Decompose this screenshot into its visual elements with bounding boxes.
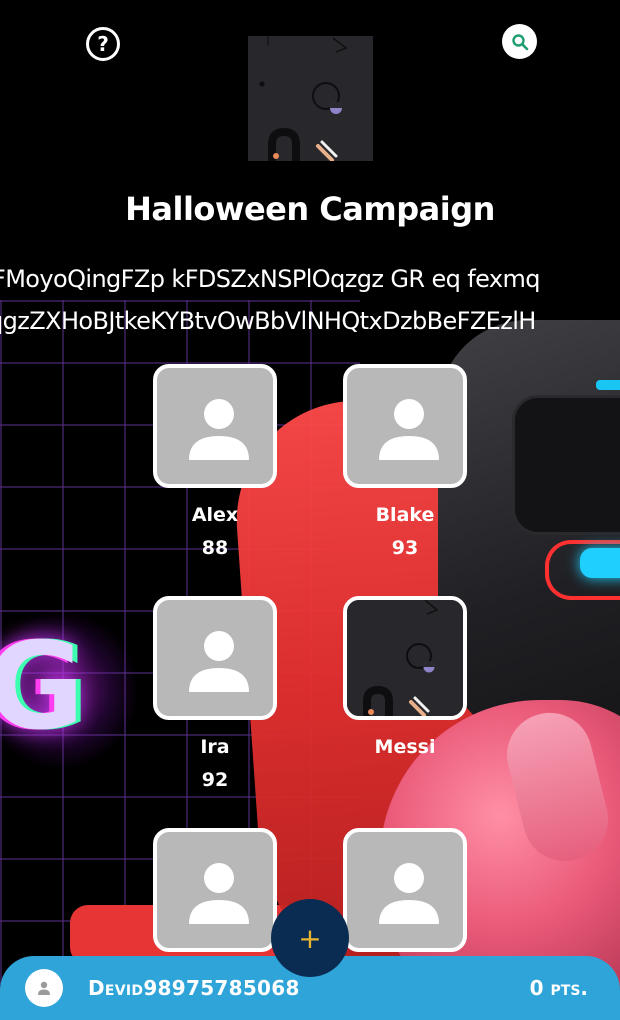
player-avatar-tile[interactable]: [343, 828, 467, 952]
plus-icon: +: [298, 921, 322, 955]
points-total: 0 pts.: [529, 976, 588, 1000]
player-avatar-tile[interactable]: [343, 596, 467, 720]
robot-light: [596, 380, 620, 390]
player-score: 92: [201, 769, 229, 791]
help-button[interactable]: ?: [86, 27, 120, 61]
robot-eye: [580, 548, 620, 578]
campaign-title: Halloween Campaign: [125, 190, 495, 228]
player-avatar-tile[interactable]: [343, 364, 467, 488]
player-score: 93: [391, 537, 419, 559]
custom-avatar-art: [347, 600, 463, 716]
campaign-description-line-2: qgzZXHoBJtkeKYBtvOwBbVlNHQtxDzbBeFZEzlH: [0, 307, 536, 335]
user-placeholder-icon: [379, 863, 439, 924]
player-name: Messi: [374, 736, 436, 758]
robot-visor: [512, 395, 620, 535]
player-name: Ira: [200, 736, 230, 758]
question-circle-icon: ?: [97, 32, 109, 56]
campaign-image: [248, 36, 373, 161]
player-avatar-tile[interactable]: [153, 364, 277, 488]
user-placeholder-icon: [189, 863, 249, 924]
user-placeholder-icon: [189, 631, 249, 692]
search-button[interactable]: [502, 24, 537, 59]
avatar[interactable]: [25, 969, 63, 1007]
player-avatar-tile[interactable]: [153, 828, 277, 952]
user-placeholder-icon: [189, 399, 249, 460]
player-name: Alex: [191, 504, 239, 526]
add-button[interactable]: +: [271, 899, 349, 977]
username: Devid98975785068: [88, 976, 300, 1000]
player-name: Blake: [375, 504, 435, 526]
player-avatar-tile[interactable]: [153, 596, 277, 720]
player-score: 88: [201, 537, 229, 559]
user-icon: [38, 981, 50, 995]
campaign-description-line-1: FMoyoQingFZp kFDSZxNSPlOqzgz GR eq fexmq: [0, 265, 541, 293]
user-placeholder-icon: [379, 399, 439, 460]
glitch-g-logo: G: [0, 618, 85, 757]
search-icon: [511, 33, 528, 50]
